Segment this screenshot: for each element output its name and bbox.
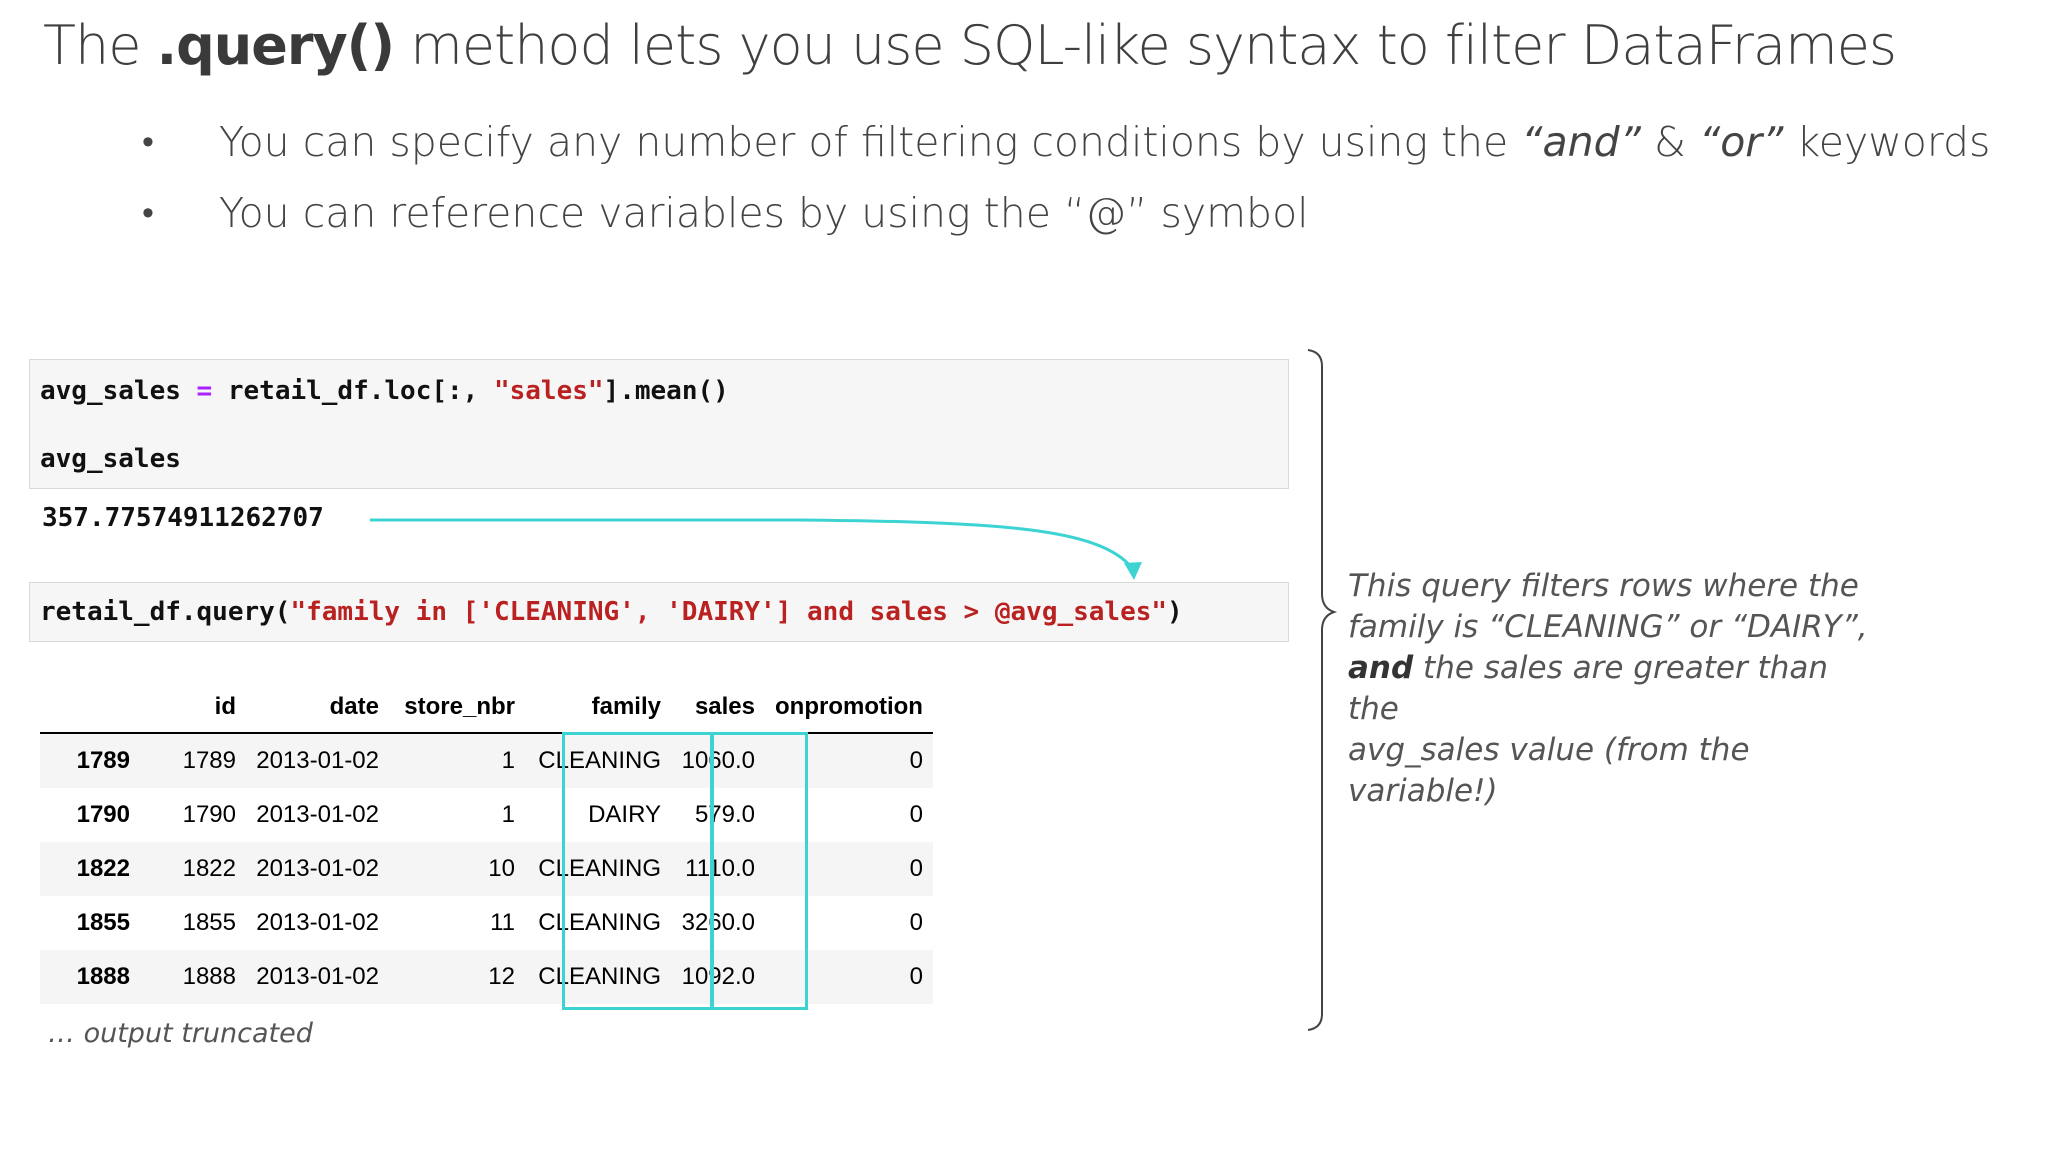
explanation-note: This query filters rows where the family… xyxy=(1348,566,1868,812)
code-token: ].mean() xyxy=(603,376,729,406)
cell-store-nbr: 11 xyxy=(490,909,515,936)
sales-column-highlight xyxy=(711,732,808,1010)
bullet-item: • You can specify any number of filterin… xyxy=(142,112,1990,183)
cell-store-nbr: 1 xyxy=(501,747,515,774)
cell-id: 1822 xyxy=(182,855,236,882)
code-token: retail_df.loc[:, xyxy=(212,376,494,406)
title-method: .query() xyxy=(156,14,395,77)
cell-date: 2013-01-02 xyxy=(256,909,379,936)
output-truncated-note: … output truncated xyxy=(48,1018,313,1049)
row-index: 1789 xyxy=(76,747,130,774)
column-header: date xyxy=(246,682,389,734)
cell-id: 1855 xyxy=(182,909,236,936)
code-line: avg_sales = retail_df.loc[:, "sales"].me… xyxy=(40,374,1278,408)
cell-date: 2013-01-02 xyxy=(256,963,379,990)
cell-store-nbr: 10 xyxy=(488,855,515,882)
right-brace-icon xyxy=(1307,349,1338,1031)
bullet-item: • You can reference variables by using t… xyxy=(142,183,1990,254)
note-line: family is “CLEANING” or “DAIRY”, xyxy=(1348,609,1868,645)
bullet-text: keywords xyxy=(1783,118,1991,166)
code-token: avg_sales xyxy=(40,376,197,406)
note-line: avg_sales value (from the variable!) xyxy=(1348,732,1750,809)
cell-store-nbr: 1 xyxy=(501,801,515,828)
code-line: avg_sales xyxy=(40,444,181,474)
family-column-highlight xyxy=(562,732,713,1010)
row-index: 1855 xyxy=(76,909,130,936)
column-header: id xyxy=(140,682,246,734)
code-string: "sales" xyxy=(493,376,604,406)
cell-id: 1790 xyxy=(182,801,236,828)
cell-id: 1888 xyxy=(182,963,236,990)
column-header: onpromotion xyxy=(765,682,933,734)
arrow-head-icon xyxy=(1124,562,1142,580)
column-header xyxy=(40,682,140,734)
row-index: 1888 xyxy=(76,963,130,990)
bullet-text: You can specify any number of filtering … xyxy=(219,118,1522,166)
slide-title: The .query() method lets you use SQL-lik… xyxy=(43,14,1897,77)
code-string: "family in ['CLEANING', 'DAIRY'] and sal… xyxy=(290,597,1168,627)
cell-date: 2013-01-02 xyxy=(256,855,379,882)
code-token: retail_df.query( xyxy=(40,597,291,627)
code-operator: = xyxy=(196,376,213,406)
row-index: 1790 xyxy=(76,801,130,828)
code-cell-avg-sales: avg_sales = retail_df.loc[:, "sales"].me… xyxy=(29,359,1289,489)
keyword-and: “and” xyxy=(1521,118,1641,166)
code-output: 357.77574911262707 xyxy=(42,503,324,533)
note-text: the sales are greater than the xyxy=(1348,650,1829,727)
code-cell-query: retail_df.query("family in ['CLEANING', … xyxy=(29,582,1289,642)
cell-date: 2013-01-02 xyxy=(256,801,379,828)
table-header-row: id date store_nbr family sales onpromoti… xyxy=(40,682,933,734)
column-header: family xyxy=(525,682,671,734)
cell-date: 2013-01-02 xyxy=(256,747,379,774)
title-prefix: The xyxy=(43,14,157,77)
column-header: sales xyxy=(671,682,765,734)
bullet-list: • You can specify any number of filterin… xyxy=(142,112,1990,254)
bullet-text: & xyxy=(1640,118,1699,166)
cell-store-nbr: 12 xyxy=(488,963,515,990)
title-suffix: method lets you use SQL-like syntax to f… xyxy=(394,14,1897,77)
note-line: and the sales are greater than the xyxy=(1348,648,1868,730)
note-line: This query filters rows where the xyxy=(1348,568,1859,604)
bullet-dot: • xyxy=(142,193,154,233)
bullet-dot: • xyxy=(142,122,154,162)
keyword-or: “or” xyxy=(1698,118,1784,166)
note-bold: and xyxy=(1348,650,1414,686)
variable-arrow xyxy=(370,518,1134,569)
column-header: store_nbr xyxy=(389,682,525,734)
row-index: 1822 xyxy=(76,855,130,882)
bullet-text: You can reference variables by using the… xyxy=(219,189,1309,237)
code-token: ) xyxy=(1167,597,1183,627)
cell-id: 1789 xyxy=(182,747,236,774)
